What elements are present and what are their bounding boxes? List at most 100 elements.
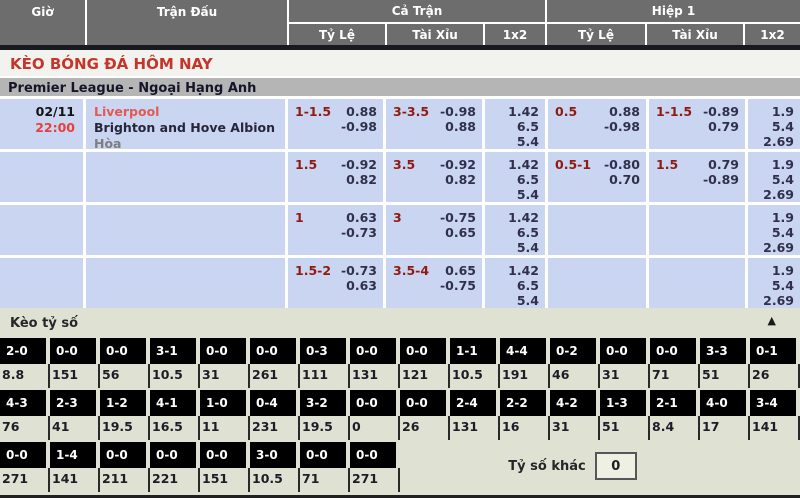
h1-1x2-cell[interactable]: 1.95.42.69 [748, 258, 800, 308]
score-cell[interactable]: 0-4231 [250, 388, 300, 440]
score-cell[interactable]: 0-071 [300, 440, 350, 492]
score-cell[interactable]: 0-0121 [400, 336, 450, 388]
score-cell[interactable]: 0-0221 [150, 440, 200, 492]
odds-line: 1.5 [656, 157, 678, 202]
score-cell[interactable]: 2-08.8 [0, 336, 50, 388]
score-cell[interactable]: 2-216 [500, 388, 550, 440]
score-cell[interactable]: 2-4131 [450, 388, 500, 440]
score-cell[interactable]: 0-071 [650, 336, 700, 388]
odds-1x2-value: 6.5 [485, 119, 539, 134]
score-cell[interactable]: 0-0271 [350, 440, 400, 492]
ft-1x2-cell[interactable]: 1.426.55.4 [485, 205, 545, 255]
collapse-arrow-icon[interactable]: ▲ [768, 314, 776, 327]
ft-1x2-cell[interactable]: 1.426.55.4 [485, 152, 545, 202]
score-cell[interactable]: 3-219.5 [300, 388, 350, 440]
score-cell[interactable]: 4-116.5 [150, 388, 200, 440]
h1-handicap-cell[interactable] [548, 205, 646, 255]
ft-overunder-cell[interactable]: 3-3.5-0.980.88 [386, 99, 482, 149]
score-cell[interactable]: 4-231 [550, 388, 600, 440]
h1-1x2-cell[interactable]: 1.95.42.69 [748, 205, 800, 255]
column-header-time: Giờ [0, 0, 85, 45]
score-label: 0-2 [550, 338, 596, 364]
score-cell[interactable]: 0-3111 [300, 336, 350, 388]
odds-line: 1-1.5 [295, 104, 331, 149]
column-header-ft-overunder: Tài Xỉu [385, 24, 483, 45]
score-odds: 211 [100, 468, 150, 492]
score-label: 2-1 [650, 390, 696, 416]
score-cell[interactable]: 0-0261 [250, 336, 300, 388]
ft-handicap-cell[interactable]: 1.5-2-0.730.63 [288, 258, 383, 308]
ft-1x2-cell[interactable]: 1.426.55.4 [485, 258, 545, 308]
score-cell[interactable]: 0-0151 [50, 336, 100, 388]
odds-values: 0.79-0.89 [703, 157, 739, 202]
league-title-bar: Premier League - Ngoại Hạng Anh [0, 76, 800, 96]
score-odds: 76 [0, 416, 50, 440]
odds-values: 0.88-0.98 [341, 104, 377, 149]
score-cell[interactable]: 1-4141 [50, 440, 100, 492]
odds-1x2-value: 1.9 [748, 104, 794, 119]
score-row: 0-02711-41410-02110-02210-01513-010.50-0… [0, 440, 800, 492]
score-cell[interactable]: 0-0131 [350, 336, 400, 388]
score-cell[interactable]: 1-110.5 [450, 336, 500, 388]
score-label: 3-4 [750, 390, 796, 416]
h1-overunder-cell[interactable] [649, 258, 745, 308]
odds-row: 1.5-0.920.823.5-0.920.821.426.55.40.5-1-… [0, 152, 800, 202]
ft-overunder-cell[interactable]: 3.5-40.65-0.75 [386, 258, 482, 308]
h1-overunder-cell[interactable]: 1-1.5-0.890.79 [649, 99, 745, 149]
score-cell[interactable]: 0-031 [600, 336, 650, 388]
score-cell[interactable]: 0-126 [750, 336, 800, 388]
odds-1x2-value: 1.42 [485, 210, 539, 225]
h1-1x2-cell[interactable]: 1.95.42.69 [748, 99, 800, 149]
ft-overunder-cell[interactable]: 3.5-0.920.82 [386, 152, 482, 202]
ft-1x2-cell[interactable]: 1.426.55.4 [485, 99, 545, 149]
other-score-label: Tỷ số khác [508, 459, 585, 474]
score-cell[interactable]: 0-0151 [200, 440, 250, 492]
h1-overunder-cell[interactable]: 1.5 0.79-0.89 [649, 152, 745, 202]
odds-1x2-value: 5.4 [485, 134, 539, 149]
score-label: 2-4 [450, 390, 496, 416]
score-label: 4-3 [0, 390, 46, 416]
time-cell [0, 258, 83, 308]
h1-1x2-cell[interactable]: 1.95.42.69 [748, 152, 800, 202]
score-odds: 16.5 [150, 416, 200, 440]
odds-value-top: -0.92 [341, 157, 377, 172]
score-cell[interactable]: 0-026 [400, 388, 450, 440]
score-odds: 151 [50, 364, 100, 388]
score-cell[interactable]: 4-376 [0, 388, 50, 440]
ft-overunder-cell[interactable]: 3-0.750.65 [386, 205, 482, 255]
column-group-full-match: Cả Trận [287, 0, 545, 24]
ft-handicap-cell[interactable]: 10.63-0.73 [288, 205, 383, 255]
h1-handicap-cell[interactable]: 0.5-1-0.800.70 [548, 152, 646, 202]
score-cell[interactable]: 1-351 [600, 388, 650, 440]
score-cell[interactable]: 4-4191 [500, 336, 550, 388]
score-cell[interactable]: 4-017 [700, 388, 750, 440]
odds-line: 3-3.5 [393, 104, 429, 149]
score-odds: 19.5 [100, 416, 150, 440]
score-cell[interactable]: 0-0271 [0, 440, 50, 492]
score-cell[interactable]: 3-351 [700, 336, 750, 388]
score-cell[interactable]: 0-246 [550, 336, 600, 388]
ft-handicap-cell[interactable]: 1-1.5 0.88-0.98 [288, 99, 383, 149]
score-cell[interactable]: 3-010.5 [250, 440, 300, 492]
score-cell[interactable]: 2-18.4 [650, 388, 700, 440]
score-cell[interactable]: 0-00 [350, 388, 400, 440]
h1-handicap-cell[interactable] [548, 258, 646, 308]
other-score-value-box[interactable]: 0 [595, 452, 637, 480]
score-cell[interactable]: 1-011 [200, 388, 250, 440]
odds-line: 0.5-1 [555, 157, 591, 202]
match-cell: LiverpoolBrighton and Hove AlbionHòa [86, 99, 285, 149]
score-cell[interactable]: 3-4141 [750, 388, 800, 440]
score-cell[interactable]: 0-0211 [100, 440, 150, 492]
score-cell[interactable]: 0-056 [100, 336, 150, 388]
score-cell[interactable]: 2-341 [50, 388, 100, 440]
score-cell[interactable]: 3-110.5 [150, 336, 200, 388]
other-score-cell: Tỷ số khác 0 [400, 440, 800, 492]
ft-handicap-cell[interactable]: 1.5-0.920.82 [288, 152, 383, 202]
score-label: 0-0 [400, 338, 446, 364]
odds-table-header: Giờ Trận Đấu Cả Trận Hiệp 1 Tỷ Lệ Tài Xỉ… [0, 0, 800, 45]
score-cell[interactable]: 0-031 [200, 336, 250, 388]
h1-handicap-cell[interactable]: 0.50.88-0.98 [548, 99, 646, 149]
odds-values: -0.750.65 [440, 210, 476, 255]
score-cell[interactable]: 1-219.5 [100, 388, 150, 440]
h1-overunder-cell[interactable] [649, 205, 745, 255]
